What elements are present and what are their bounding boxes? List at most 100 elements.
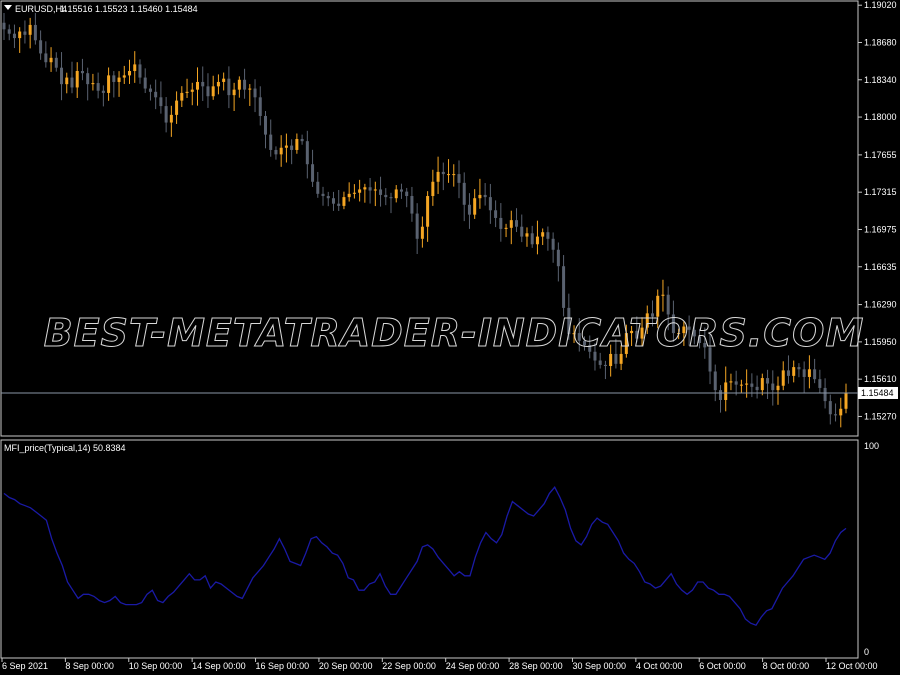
candle xyxy=(373,181,377,207)
candle-body xyxy=(452,174,456,176)
candle xyxy=(305,130,309,179)
candle xyxy=(603,360,607,380)
price-tick-label: 1.18340 xyxy=(864,75,897,85)
candle-body xyxy=(467,204,471,215)
candle xyxy=(766,369,770,399)
candle-body xyxy=(729,381,733,383)
time-tick-label: 4 Oct 00:00 xyxy=(636,661,683,671)
candle xyxy=(813,358,817,384)
price-tick-label: 1.15270 xyxy=(864,411,897,421)
candle-body xyxy=(755,386,759,391)
candle xyxy=(828,394,832,425)
candle xyxy=(363,183,367,203)
candle xyxy=(483,183,487,206)
candle-body xyxy=(196,81,200,90)
dropdown-arrow-icon[interactable] xyxy=(4,5,12,10)
mfi-series-line xyxy=(3,486,847,626)
candle-body xyxy=(54,57,58,68)
candle xyxy=(190,82,194,106)
time-tick-label: 8 Sep 00:00 xyxy=(65,661,114,671)
mfi-tick-label: 0 xyxy=(864,647,869,657)
candle xyxy=(426,191,430,242)
candle xyxy=(750,373,754,398)
price-tick-label: 1.16975 xyxy=(864,224,897,234)
candle xyxy=(598,352,602,369)
ohlc-label: 1.15516 1.15523 1.15460 1.15484 xyxy=(60,4,198,14)
candle xyxy=(253,79,257,113)
candle-body xyxy=(33,24,37,41)
candle-body xyxy=(175,100,179,115)
candle-body xyxy=(436,171,440,182)
candle xyxy=(431,169,435,206)
candle-body xyxy=(39,40,43,54)
candle xyxy=(107,67,111,101)
price-tick-label: 1.16290 xyxy=(864,300,897,310)
candle xyxy=(818,369,822,394)
candle-body xyxy=(101,90,105,93)
candle xyxy=(755,375,759,399)
time-tick-label: 30 Sep 00:00 xyxy=(572,661,626,671)
candle xyxy=(452,164,456,187)
candle-body xyxy=(358,189,362,193)
mfi-axis: 100 0 xyxy=(864,441,879,657)
candle xyxy=(216,74,220,95)
candle xyxy=(436,156,440,194)
mt4-chart: EURUSD,H4 1.15516 1.15523 1.15460 1.1548… xyxy=(0,0,898,671)
candle-body xyxy=(107,75,111,93)
candle-body xyxy=(619,353,623,364)
candle xyxy=(112,71,116,98)
candle-body xyxy=(718,390,722,401)
candle-body xyxy=(305,141,309,165)
candle-body xyxy=(786,370,790,376)
candle-body xyxy=(227,78,231,96)
candle xyxy=(844,383,848,414)
candle xyxy=(494,200,498,228)
candle-body xyxy=(7,29,11,34)
candle-body xyxy=(243,79,247,90)
watermark-text: BEST-METATRADER-INDICATORS.COM xyxy=(44,311,865,355)
candle-body xyxy=(279,147,283,155)
candle xyxy=(248,84,252,106)
candle xyxy=(269,119,273,157)
candle-body xyxy=(713,371,717,391)
candle-body xyxy=(269,134,273,150)
candle xyxy=(169,105,173,137)
time-tick-label: 6 Sep 2021 xyxy=(2,661,48,671)
candle-body xyxy=(509,220,513,228)
candle xyxy=(797,363,801,378)
candle xyxy=(781,361,785,391)
candle xyxy=(44,41,48,68)
candle xyxy=(211,75,215,100)
time-tick-label: 12 Oct 00:00 xyxy=(826,661,878,671)
candle xyxy=(143,68,147,94)
candle-body xyxy=(222,78,226,82)
candle-body xyxy=(133,64,137,71)
candle xyxy=(834,403,838,422)
candle-body xyxy=(128,70,132,76)
candle-body xyxy=(44,53,48,63)
candle-body xyxy=(745,383,749,385)
candle-body xyxy=(86,73,90,85)
candle-body xyxy=(734,381,738,385)
candle xyxy=(196,67,200,106)
price-tick-label: 1.15950 xyxy=(864,337,897,347)
candle xyxy=(70,61,74,94)
candle-body xyxy=(562,266,566,308)
candle xyxy=(718,385,722,413)
candle xyxy=(478,178,482,209)
candle xyxy=(352,184,356,199)
candle-body xyxy=(724,382,728,401)
candle xyxy=(839,397,843,428)
candle-body xyxy=(2,22,6,30)
candle xyxy=(295,133,299,154)
candle-body xyxy=(180,92,184,101)
candle-body xyxy=(143,77,147,89)
candle-body xyxy=(483,194,487,198)
candle-body xyxy=(201,81,205,87)
candle-body xyxy=(828,401,832,415)
candle-body xyxy=(28,24,32,35)
candle-body xyxy=(70,77,74,88)
candle xyxy=(509,210,513,245)
candle-body xyxy=(159,97,163,107)
candle-body xyxy=(300,138,304,142)
